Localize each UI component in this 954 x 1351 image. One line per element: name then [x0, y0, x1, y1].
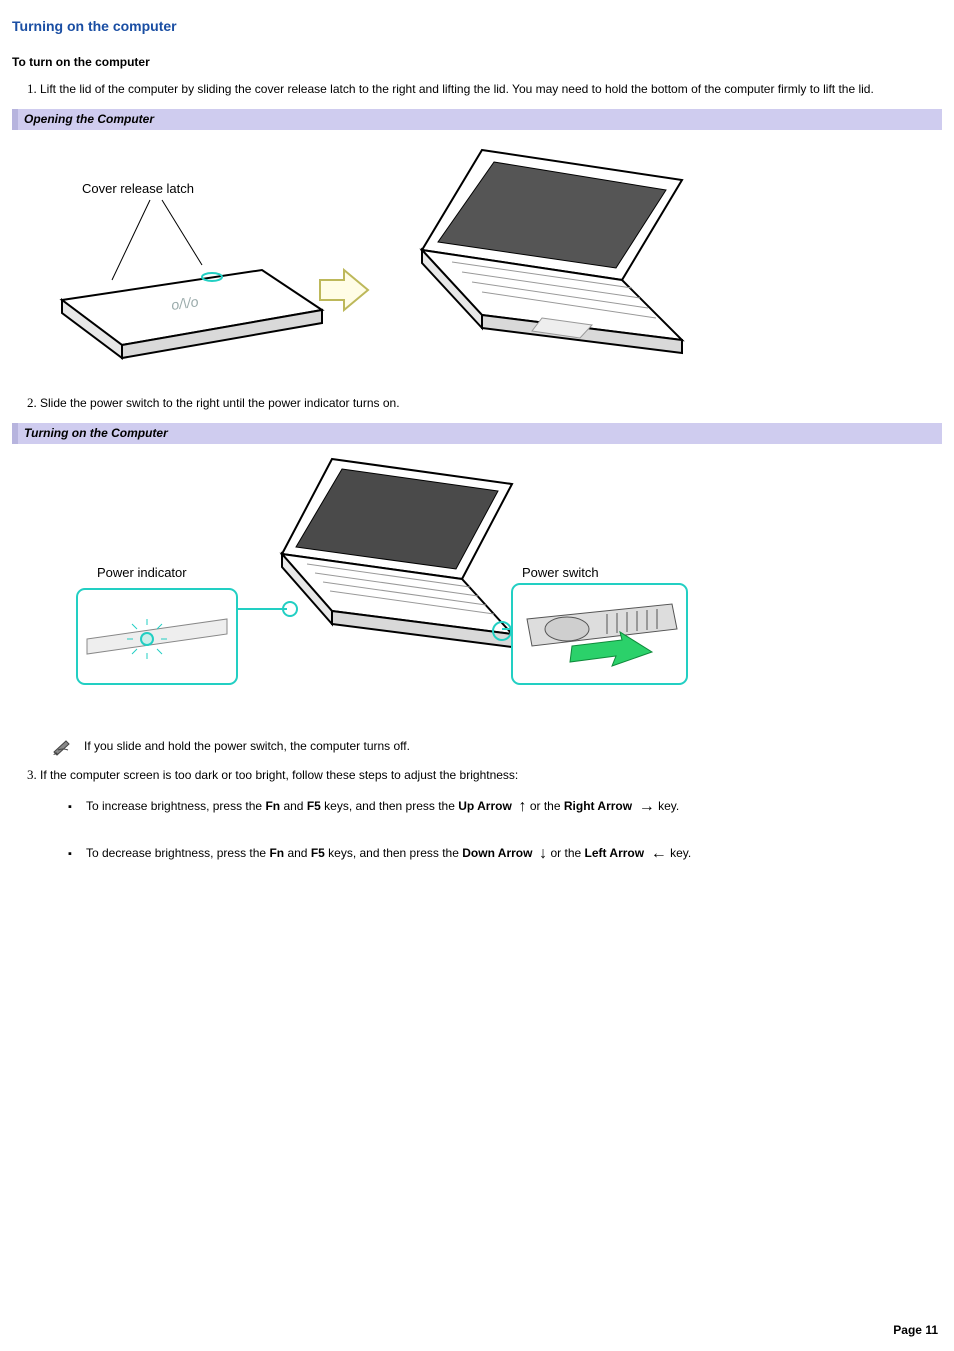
turning-on-computer-svg	[52, 454, 752, 714]
key-right-arrow: Right Arrow	[564, 799, 632, 813]
bullet-increase: To increase brightness, press the Fn and…	[68, 795, 942, 818]
txt: To increase brightness, press the	[86, 799, 265, 813]
arrow-up-icon: ↑	[518, 799, 526, 815]
label-power-indicator: Power indicator	[97, 564, 187, 583]
txt: and	[284, 846, 311, 860]
arrow-right-icon: →	[639, 799, 655, 815]
key-f5: F5	[307, 799, 321, 813]
txt: keys, and then press the	[321, 799, 458, 813]
txt: key.	[670, 846, 691, 860]
note-icon	[52, 738, 74, 756]
page-footer: Page 11	[893, 1322, 938, 1339]
step-1-text: Lift the lid of the computer by sliding …	[40, 82, 874, 96]
key-down-arrow: Down Arrow	[462, 846, 532, 860]
page-title: Turning on the computer	[12, 16, 942, 36]
txt: and	[280, 799, 307, 813]
key-f5: F5	[311, 846, 325, 860]
txt: or the	[530, 799, 564, 813]
step-3-text: If the computer screen is too dark or to…	[40, 768, 518, 782]
step-2: Slide the power switch to the right unti…	[40, 394, 942, 413]
figure-opening-computer: Cover release latch o/\/o	[12, 134, 942, 380]
key-left-arrow: Left Arrow	[585, 846, 645, 860]
txt: key.	[658, 799, 679, 813]
note-text: If you slide and hold the power switch, …	[84, 738, 410, 755]
txt: or the	[550, 846, 584, 860]
step-3: If the computer screen is too dark or to…	[40, 766, 942, 864]
step-1: Lift the lid of the computer by sliding …	[40, 80, 942, 99]
arrow-left-icon: ←	[651, 846, 667, 862]
key-up-arrow: Up Arrow	[458, 799, 512, 813]
note-row: If you slide and hold the power switch, …	[52, 738, 942, 756]
arrow-right-icon	[320, 270, 368, 310]
label-power-switch: Power switch	[522, 564, 599, 583]
bullet-decrease: To decrease brightness, press the Fn and…	[68, 842, 942, 865]
txt: keys, and then press the	[325, 846, 462, 860]
figure-caption-1: Opening the Computer	[12, 109, 942, 130]
opening-computer-svg: o/\/o	[52, 140, 732, 370]
label-cover-release-latch: Cover release latch	[82, 180, 194, 199]
figure-caption-2: Turning on the Computer	[12, 423, 942, 444]
step-2-text: Slide the power switch to the right unti…	[40, 396, 400, 410]
arrow-down-icon: ↓	[539, 846, 547, 862]
figure-turning-on-computer: Power indicator Power switch	[12, 448, 942, 724]
key-fn: Fn	[265, 799, 280, 813]
key-fn: Fn	[269, 846, 284, 860]
txt: To decrease brightness, press the	[86, 846, 269, 860]
sub-heading: To turn on the computer	[12, 54, 942, 71]
